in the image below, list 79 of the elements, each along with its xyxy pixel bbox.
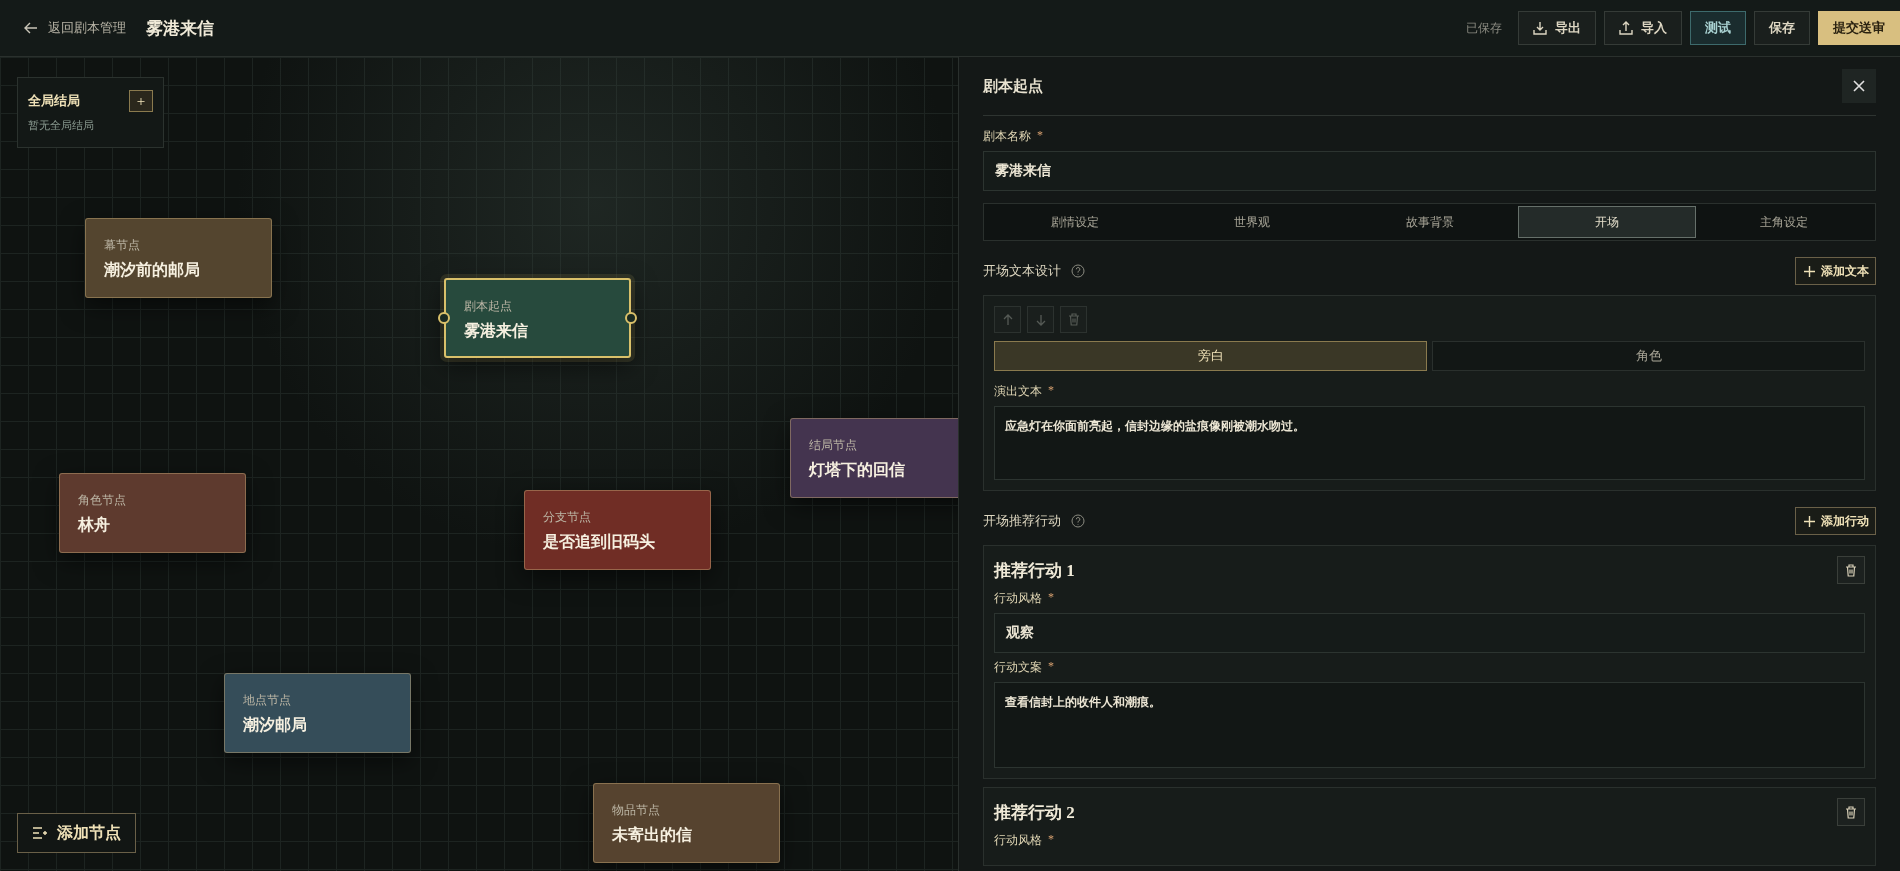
plain-button[interactable]: 保存 — [1754, 11, 1810, 45]
trash-icon — [1067, 313, 1080, 326]
arrow-left-icon — [24, 22, 38, 34]
add-node-button[interactable]: 添加节点 — [17, 813, 136, 853]
download-icon — [1533, 21, 1547, 35]
arrow-up-icon — [1001, 313, 1014, 326]
node-title: 林舟 — [78, 515, 111, 535]
field-label: 演出文本 — [994, 383, 1042, 400]
card-title: 推荐行动 2 — [994, 801, 1075, 824]
add-text-button[interactable]: 添加文本 — [1795, 257, 1876, 285]
tab[interactable]: 开场 — [1518, 206, 1696, 238]
delete-button[interactable] — [1837, 556, 1865, 584]
tab[interactable]: 世界观 — [1163, 206, 1341, 238]
connector-handle[interactable] — [438, 312, 450, 324]
node-title: 未寄出的信 — [612, 825, 693, 845]
text-input[interactable]: 观察 — [994, 613, 1865, 653]
list-add-icon — [32, 827, 47, 839]
required-mark: * — [1048, 590, 1054, 606]
arrow-down-icon — [1034, 313, 1047, 326]
node-title: 是否追到旧码头 — [543, 532, 656, 552]
node-title: 潮汐邮局 — [243, 715, 308, 735]
back-link[interactable]: 返回剧本管理 — [24, 19, 126, 37]
trash-icon — [1845, 563, 1857, 577]
node-type: 角色节点 — [78, 492, 127, 509]
tab[interactable]: 剧情设定 — [986, 206, 1164, 238]
segment-option[interactable]: 旁白 — [994, 341, 1427, 371]
trash-icon — [1845, 805, 1857, 819]
node-type: 剧本起点 — [464, 298, 513, 315]
node-type: 地点节点 — [243, 692, 292, 709]
story-node[interactable]: 分支节点 是否追到旧码头 — [524, 490, 711, 570]
help-icon[interactable] — [1071, 264, 1085, 278]
page-title: 雾港来信 — [146, 17, 214, 40]
field-label: 行动文案 — [994, 659, 1042, 676]
required-mark: * — [1048, 383, 1054, 399]
add-action-button[interactable]: 添加行动 — [1795, 507, 1876, 535]
text-area[interactable]: 应急灯在你面前亮起，信封边缘的盐痕像刚被潮水吻过。 — [994, 406, 1865, 480]
close-icon — [1853, 80, 1865, 92]
node-title: 雾港来信 — [464, 321, 529, 341]
upload-icon — [1619, 21, 1633, 35]
node-title: 潮汐前的邮局 — [104, 260, 201, 280]
story-node[interactable]: 物品节点 未寄出的信 — [593, 783, 780, 863]
tab[interactable]: 主角设定 — [1695, 206, 1874, 238]
story-node[interactable]: 角色节点 林舟 — [59, 473, 246, 553]
story-node[interactable]: 结局节点 灯塔下的回信 — [790, 418, 958, 498]
story-node[interactable]: 剧本起点 雾港来信 — [444, 278, 631, 358]
delete-button[interactable] — [1837, 798, 1865, 826]
field-label: 行动风格 — [994, 590, 1042, 607]
required-mark: * — [1048, 832, 1054, 848]
card-title: 推荐行动 1 — [994, 559, 1075, 582]
node-type: 幕节点 — [104, 237, 141, 254]
text-input[interactable]: 雾港来信 — [983, 151, 1876, 191]
node-type: 结局节点 — [809, 437, 858, 454]
field-label: 剧本名称 — [983, 128, 1031, 145]
required-mark: * — [1048, 659, 1054, 675]
submit-button[interactable]: 提交送审 — [1818, 11, 1900, 45]
field-label: 行动风格 — [994, 832, 1042, 849]
story-node[interactable]: 地点节点 潮汐邮局 — [224, 673, 411, 753]
export-button[interactable]: 导出 — [1518, 11, 1596, 45]
close-button[interactable] — [1842, 69, 1876, 103]
required-mark: * — [1037, 128, 1043, 144]
empty-text: 暂无全局结局 — [28, 118, 95, 133]
save-status: 已保存 — [1466, 19, 1502, 37]
section-title: 开场文本设计 — [983, 262, 1061, 280]
plus-icon — [1804, 515, 1815, 527]
section-title: 开场推荐行动 — [983, 512, 1061, 530]
panel-title: 全局结局 — [28, 92, 80, 110]
add-button[interactable]: + — [129, 90, 153, 112]
node-type: 分支节点 — [543, 509, 592, 526]
plus-icon — [1804, 265, 1815, 277]
help-icon[interactable] — [1071, 514, 1085, 528]
node-title: 灯塔下的回信 — [809, 460, 906, 480]
node-type: 物品节点 — [612, 802, 661, 819]
test-button[interactable]: 测试 — [1690, 11, 1746, 45]
segment-option[interactable]: 角色 — [1432, 341, 1865, 371]
text-area[interactable]: 查看信封上的收件人和潮痕。 — [994, 682, 1865, 768]
panel-title: 剧本起点 — [983, 76, 1043, 96]
tab[interactable]: 故事背景 — [1340, 206, 1519, 238]
import-button[interactable]: 导入 — [1604, 11, 1682, 45]
story-node[interactable]: 幕节点 潮汐前的邮局 — [85, 218, 272, 298]
